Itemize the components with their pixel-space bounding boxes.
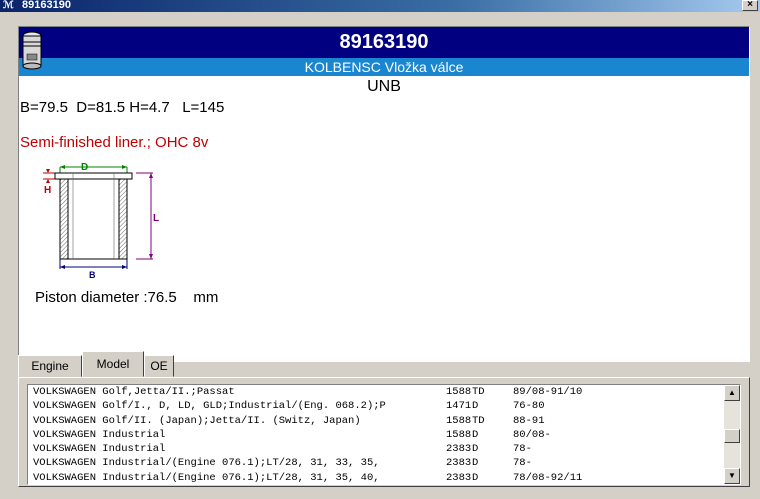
row-model-text: VOLKSWAGEN Golf/II. (Japan);Jetta/II. (S… xyxy=(33,414,361,427)
row-ccm-text: 2383 xyxy=(446,443,472,456)
row-ccm-text: 1588 xyxy=(446,428,472,441)
piston-icon xyxy=(22,31,42,70)
diagram-label-d: D xyxy=(81,162,88,173)
scroll-thumb[interactable] xyxy=(724,429,740,443)
diagram-label-l: L xyxy=(153,213,159,224)
tab-content-frame: VOLKSWAGEN Golf,Jetta/II.;Passat 1588 TD 89… xyxy=(18,377,750,487)
dimensions-text: B=79.5 D=81.5 H=4.7 L=145 xyxy=(20,99,225,116)
row-ccm-text: 2383 xyxy=(446,457,472,470)
row-ccm-text: 1471 xyxy=(446,400,472,413)
vertical-scrollbar[interactable]: ▲ ▼ xyxy=(724,385,740,484)
row-years-text: 78/08-92/11 xyxy=(513,471,583,484)
row-model-text: VOLKSWAGEN Industrial xyxy=(33,428,166,441)
window-title: 89163190 xyxy=(22,0,71,11)
list-item[interactable]: VOLKSWAGEN Industrial 1588 D 80/08- xyxy=(28,428,740,442)
diagram-label-h: H xyxy=(44,185,51,196)
row-model-text: VOLKSWAGEN Industrial/(Engine 076.1);LT/… xyxy=(33,471,380,484)
tab-engine[interactable]: Engine xyxy=(18,355,82,377)
row-model-text: VOLKSWAGEN Golf/I., D, LD, GLD;Industria… xyxy=(33,400,386,413)
scroll-down-button[interactable]: ▼ xyxy=(724,468,740,484)
row-years-text: 78- xyxy=(513,457,532,470)
description-text: Semi-finished liner.; OHC 8v xyxy=(20,134,209,151)
row-fuel-text: D xyxy=(472,400,479,413)
list-item[interactable]: VOLKSWAGEN Industrial 2383 D 78- xyxy=(28,442,740,456)
row-years-text: 89/08-91/10 xyxy=(513,386,583,398)
list-item[interactable]: VOLKSWAGEN Industrial/(Engine 076.1);LT/… xyxy=(28,456,740,470)
row-ccm-text: 2383 xyxy=(446,471,472,484)
tab-model[interactable]: Model xyxy=(82,351,144,377)
list-item[interactable]: VOLKSWAGEN Golf/II. (Japan);Jetta/II. (S… xyxy=(28,414,740,428)
row-fuel-text: D xyxy=(472,457,479,470)
list-item[interactable]: VOLKSWAGEN Industrial/(Engine 076.1);LT/… xyxy=(28,471,740,484)
list-item[interactable]: VOLKSWAGEN Golf/I., D, LD, GLD;Industria… xyxy=(28,399,740,413)
part-info-panel: 89163190 KOLBENSC Vložka válce UNB B=79.… xyxy=(18,26,750,362)
part-subtitle: KOLBENSC Vložka válce xyxy=(19,58,749,76)
row-years-text: 80/08- xyxy=(513,428,551,441)
row-model-text: VOLKSWAGEN Industrial/(Engine 076.1);LT/… xyxy=(33,457,380,470)
row-years-text: 88-91 xyxy=(513,414,545,427)
scroll-up-button[interactable]: ▲ xyxy=(724,385,740,401)
row-years-text: 78- xyxy=(513,443,532,456)
part-header: 89163190 xyxy=(19,27,749,58)
liner-diagram: D H L B xyxy=(43,162,159,280)
row-fuel-text: D xyxy=(472,443,479,456)
row-model-text: VOLKSWAGEN Industrial xyxy=(33,443,166,456)
row-ccm-text: 1588 xyxy=(446,386,472,398)
row-model-text: VOLKSWAGEN Golf,Jetta/II.;Passat xyxy=(33,386,235,398)
row-years-text: 76-80 xyxy=(513,400,545,413)
part-number: 89163190 xyxy=(339,31,429,53)
diagram-label-b: B xyxy=(89,270,96,280)
app-logo-icon: ℳ xyxy=(3,0,14,11)
list-item[interactable]: VOLKSWAGEN Golf,Jetta/II.;Passat 1588 TD 89… xyxy=(28,385,740,399)
piston-diameter-text: Piston diameter :76.5 mm xyxy=(35,289,219,306)
close-button[interactable]: × xyxy=(742,0,758,11)
row-fuel-text: D xyxy=(472,428,479,441)
brand-label: UNB xyxy=(367,78,401,95)
row-fuel-text: D xyxy=(472,471,479,484)
row-ccm-text: 1588 xyxy=(446,414,472,427)
row-fuel-text: TD xyxy=(472,414,485,427)
application-list[interactable]: VOLKSWAGEN Golf,Jetta/II.;Passat 1588 TD 89… xyxy=(27,384,741,485)
title-bar: ℳ 89163190 × xyxy=(0,0,760,12)
tab-oe[interactable]: OE xyxy=(144,355,174,377)
row-fuel-text: TD xyxy=(472,386,485,398)
